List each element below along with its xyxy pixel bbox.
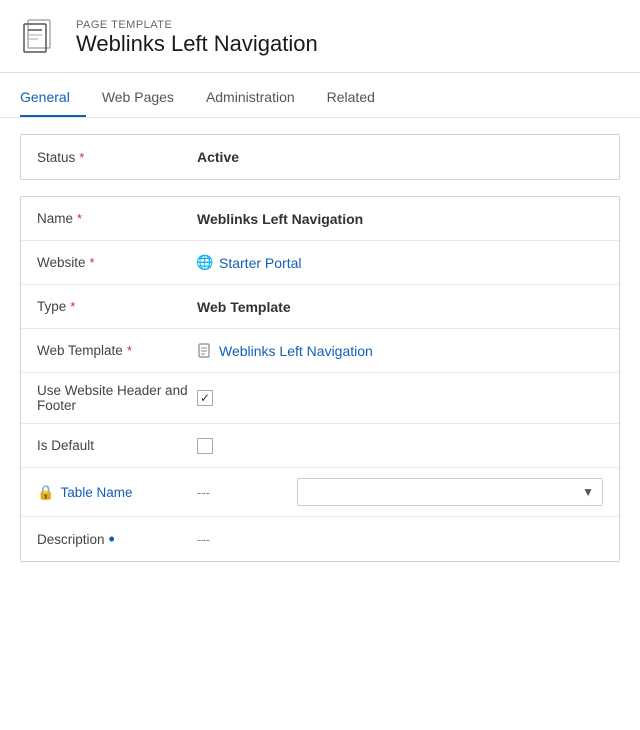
status-value: Active — [197, 149, 603, 165]
tab-related[interactable]: Related — [327, 77, 391, 117]
is-default-row: Is Default — [21, 424, 619, 468]
use-header-checkbox-wrapper[interactable] — [197, 390, 603, 406]
web-template-label: Web Template * — [37, 343, 197, 358]
details-card: Name * Weblinks Left Navigation Website … — [20, 196, 620, 562]
website-value[interactable]: 🌐 Starter Portal — [197, 255, 603, 271]
web-template-value[interactable]: Weblinks Left Navigation — [197, 343, 603, 359]
page-title: Weblinks Left Navigation — [76, 31, 318, 57]
is-default-label: Is Default — [37, 438, 197, 453]
name-row: Name * Weblinks Left Navigation — [21, 197, 619, 241]
web-template-required-star: * — [127, 343, 132, 358]
chevron-down-icon: ▼ — [582, 485, 594, 499]
type-row: Type * Web Template — [21, 285, 619, 329]
tab-administration[interactable]: Administration — [206, 77, 311, 117]
page-subtitle: PAGE TEMPLATE — [76, 19, 318, 31]
use-header-row: Use Website Header and Footer — [21, 373, 619, 424]
table-name-dash: --- — [197, 485, 297, 500]
header-text: PAGE TEMPLATE Weblinks Left Navigation — [76, 19, 318, 57]
is-default-checkbox[interactable] — [197, 438, 213, 454]
type-label: Type * — [37, 299, 197, 314]
doc-icon — [197, 343, 213, 359]
tab-bar: General Web Pages Administration Related — [0, 77, 640, 118]
table-name-row: 🔒 Table Name --- ▼ — [21, 468, 619, 517]
tab-general[interactable]: General — [20, 77, 86, 117]
status-label: Status * — [37, 150, 197, 165]
status-required-star: * — [79, 150, 84, 165]
globe-icon: 🌐 — [197, 255, 213, 271]
page-header: PAGE TEMPLATE Weblinks Left Navigation — [0, 0, 640, 73]
use-header-checkbox[interactable] — [197, 390, 213, 406]
type-value: Web Template — [197, 299, 603, 315]
lock-icon: 🔒 — [37, 484, 54, 501]
type-required-star: * — [70, 299, 75, 314]
main-content: Status * Active Name * Weblinks Left Nav… — [0, 118, 640, 594]
status-row: Status * Active — [21, 135, 619, 179]
description-label: Description • — [37, 530, 197, 548]
table-name-label: 🔒 Table Name — [37, 484, 197, 501]
description-value: --- — [197, 532, 210, 547]
web-template-row: Web Template * Weblinks Left Navigation — [21, 329, 619, 373]
description-required-dot: • — [109, 530, 115, 548]
page-template-icon — [20, 16, 64, 60]
use-header-value — [197, 390, 603, 406]
is-default-value — [197, 438, 603, 454]
tab-web-pages[interactable]: Web Pages — [102, 77, 190, 117]
status-card: Status * Active — [20, 134, 620, 180]
table-name-select[interactable]: ▼ — [297, 478, 603, 506]
description-row: Description • --- — [21, 517, 619, 561]
use-header-label: Use Website Header and Footer — [37, 383, 197, 413]
name-value: Weblinks Left Navigation — [197, 211, 603, 227]
is-default-checkbox-wrapper[interactable] — [197, 438, 603, 454]
name-label: Name * — [37, 211, 197, 226]
name-required-star: * — [77, 211, 82, 226]
website-label: Website * — [37, 255, 197, 270]
website-row: Website * 🌐 Starter Portal — [21, 241, 619, 285]
website-required-star: * — [90, 255, 95, 270]
